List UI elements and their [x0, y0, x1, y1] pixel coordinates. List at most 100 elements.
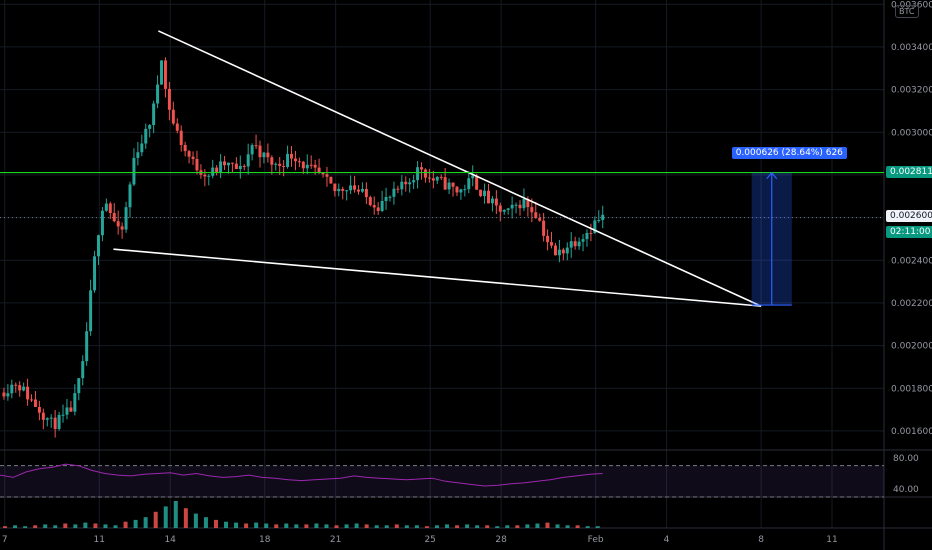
candle-body [506, 208, 510, 210]
candle-body [203, 174, 207, 177]
candle-body [542, 220, 546, 236]
candle-body [152, 103, 156, 126]
main-chart-svg[interactable]: 0.001600 0.001800 0.002000 0.002200 0.002400… [0, 0, 932, 550]
candle-body [341, 188, 345, 191]
volume-bar [203, 517, 208, 528]
time-tick-label: 8 [758, 535, 764, 545]
price-tick-label: 0.003200 [891, 86, 932, 96]
candle-body [290, 153, 294, 159]
candle-body [223, 161, 227, 166]
candle-body [26, 386, 30, 400]
candle-body [104, 203, 108, 211]
candle-body [467, 178, 471, 190]
price-tick-label: 0.002200 [891, 299, 932, 309]
candle-body [518, 204, 522, 209]
volume-bar [43, 524, 48, 528]
rsi-tick-label: 80.00 [893, 454, 919, 464]
candle-body [286, 153, 290, 167]
candle-body [317, 167, 321, 173]
price-tick-label: 0.003400 [891, 43, 932, 53]
volume-bar [304, 524, 309, 528]
volume-bar [63, 523, 68, 528]
candle-body [81, 361, 85, 379]
candle-body [175, 123, 179, 131]
candle-body [10, 384, 14, 394]
currency-chip[interactable]: BTC [895, 5, 919, 18]
candle-body [368, 197, 372, 206]
volume-bar [173, 501, 178, 528]
candle-body [372, 205, 376, 208]
time-tick-label: 4 [664, 535, 670, 545]
candle-body [345, 190, 349, 192]
candle-body [305, 164, 309, 169]
candle-body [191, 156, 195, 159]
volume-bar [424, 526, 429, 528]
volume-bar [123, 521, 128, 528]
current-price-badge: 0.002600 [886, 209, 932, 222]
candle-body [258, 145, 262, 158]
candle-body [262, 152, 266, 158]
volume-bar [465, 524, 470, 528]
time-tick-label: 28 [495, 535, 507, 545]
candle-body [22, 386, 26, 391]
upper-trendline [158, 30, 762, 307]
candle-body [364, 188, 368, 198]
candle-body [6, 393, 10, 397]
time-tick-label: 7 [2, 535, 8, 545]
candle-body [557, 249, 561, 256]
candle-body [565, 247, 569, 254]
candle-body [416, 167, 420, 181]
candle-body [278, 163, 282, 166]
volume-bar [244, 523, 249, 528]
candle-body [293, 158, 297, 162]
volume-bar [264, 523, 269, 528]
volume-bar [495, 526, 500, 528]
candle-body [187, 151, 191, 157]
candle-body [234, 163, 238, 170]
volume-bar [234, 522, 239, 528]
candle-body [573, 241, 577, 247]
candle-body [486, 190, 490, 204]
candle-body [156, 84, 160, 104]
candle-body [412, 180, 416, 183]
candle-body [226, 162, 230, 166]
price-tick-label: 0.002400 [891, 256, 932, 266]
candle-body [475, 175, 479, 190]
candle-body [270, 157, 274, 165]
time-tick-label: 11 [94, 535, 105, 545]
candle-body [427, 177, 431, 179]
candle-body [140, 143, 144, 153]
volume-bar [384, 525, 389, 528]
candle-body [380, 201, 384, 211]
measure-label: 0.000626 (28.64%) 626 [731, 146, 847, 159]
candle-body [49, 417, 53, 419]
candle-body [85, 331, 89, 362]
candle-body [160, 60, 164, 85]
candle-body [514, 204, 518, 206]
candle-body [443, 177, 447, 190]
candle-body [360, 188, 364, 192]
volume-bar [354, 523, 359, 528]
candle-body [597, 220, 601, 222]
volume-bar [445, 524, 450, 528]
candle-body [479, 189, 483, 197]
time-tick-label: 25 [424, 535, 435, 545]
candle-body [37, 406, 41, 413]
candle-body [14, 384, 18, 386]
candle-body [553, 245, 557, 256]
countdown-badge: 02:11:00 [886, 225, 932, 238]
volume-bar [505, 525, 510, 528]
time-tick-label: 14 [164, 535, 176, 545]
candle-body [219, 161, 223, 173]
candle-body [333, 183, 337, 192]
candle-body [420, 167, 424, 170]
candle-body [116, 221, 120, 227]
candle-body [577, 241, 581, 247]
candle-body [45, 418, 49, 420]
volume-bar [183, 508, 188, 528]
volume-bar [213, 519, 218, 528]
volume-bar [284, 523, 289, 528]
volume-bar [93, 523, 98, 528]
volume-layer [3, 501, 600, 528]
time-tick-label: 18 [259, 535, 271, 545]
